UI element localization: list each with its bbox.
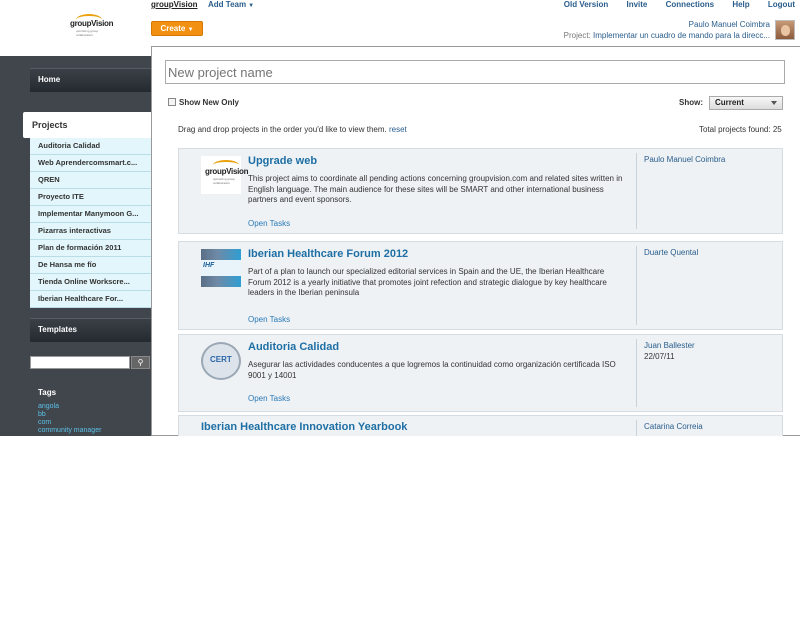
logo-subtitle: optimizing group collaboration: [76, 29, 99, 37]
current-project: Project: Implementar un cuadro de mando …: [564, 31, 770, 40]
reset-link[interactable]: reset: [389, 125, 407, 134]
sidebar: Home Projects Auditoria Calidad Web Apre…: [0, 56, 151, 436]
project-card[interactable]: Iberian Healthcare Innovation Yearbook C…: [178, 415, 783, 436]
drag-hint-text: Drag and drop projects in the order you'…: [178, 125, 387, 134]
groupvision-logo[interactable]: groupVision optimizing group collaborati…: [70, 14, 114, 42]
show-filter-value: Current: [715, 98, 744, 107]
project-list-item[interactable]: Web Aprendercomsmart.c...: [30, 155, 151, 172]
user-name[interactable]: Paulo Manuel Coimbra: [689, 20, 770, 29]
project-card[interactable]: CERT Auditoria Calidad Asegurar las acti…: [178, 334, 783, 412]
thumbnail-text: CERT: [210, 355, 232, 364]
checkbox-box[interactable]: [168, 98, 176, 106]
new-project-input[interactable]: [165, 60, 785, 84]
create-button[interactable]: Create ▼: [151, 21, 203, 36]
card-divider: [636, 153, 637, 229]
project-date: 22/07/11: [644, 352, 675, 361]
project-list-item[interactable]: Auditoria Calidad: [30, 138, 151, 155]
chevron-down-icon: ▼: [248, 3, 255, 9]
add-team-label: Add Team: [208, 0, 247, 9]
project-card[interactable]: groupVision optimizing group collaborati…: [178, 148, 783, 234]
card-divider: [636, 420, 637, 436]
card-divider: [636, 246, 637, 325]
total-projects: Total projects found: 25: [699, 125, 782, 134]
project-list: Auditoria Calidad Web Aprendercomsmart.c…: [30, 138, 151, 308]
open-tasks-link[interactable]: Open Tasks: [248, 219, 290, 228]
card-divider: [636, 339, 637, 407]
nav-invite[interactable]: Invite: [626, 0, 647, 9]
show-filter-label: Show:: [679, 98, 703, 107]
nav-logout[interactable]: Logout: [768, 0, 795, 9]
project-thumbnail[interactable]: groupVision optimizing group collaborati…: [201, 156, 249, 194]
show-new-only-checkbox[interactable]: Show New Only: [168, 98, 239, 107]
add-team-menu[interactable]: Add Team ▼: [208, 0, 254, 9]
project-thumbnail[interactable]: IHF: [201, 249, 241, 287]
chevron-down-icon: [771, 101, 777, 105]
project-list-item[interactable]: De Hansa me fío: [30, 257, 151, 274]
project-list-item[interactable]: Pizarras interactivas: [30, 223, 151, 240]
project-description: Asegurar las actividades conducentes a q…: [248, 360, 616, 380]
project-owner[interactable]: Juan Ballester: [644, 341, 695, 350]
tags-title: Tags: [38, 388, 57, 397]
project-title[interactable]: Iberian Healthcare Forum 2012: [248, 248, 408, 260]
project-list-item[interactable]: QREN: [30, 172, 151, 189]
tag-link[interactable]: com: [38, 419, 101, 427]
project-owner[interactable]: Catarina Correia: [644, 422, 703, 431]
chevron-down-icon: ▼: [187, 27, 194, 33]
sidebar-search-input[interactable]: [30, 356, 130, 369]
project-thumbnail[interactable]: CERT: [201, 342, 241, 380]
project-owner[interactable]: Paulo Manuel Coimbra: [644, 155, 725, 164]
project-list-item[interactable]: Tienda Online Workscre...: [30, 274, 151, 291]
project-description: Part of a plan to launch our specialized…: [248, 267, 607, 297]
open-tasks-link[interactable]: Open Tasks: [248, 394, 290, 403]
sidebar-item-home[interactable]: Home: [30, 68, 151, 92]
project-description: This project aims to coordinate all pend…: [248, 174, 623, 204]
project-title[interactable]: Auditoria Calidad: [248, 341, 339, 353]
project-card[interactable]: IHF Iberian Healthcare Forum 2012 Part o…: [178, 241, 783, 330]
current-project-link[interactable]: Implementar un cuadro de mando para la d…: [593, 31, 770, 40]
app-viewport: groupVision optimizing group collaborati…: [0, 0, 800, 436]
avatar-face: [781, 25, 790, 36]
project-list-item[interactable]: Proyecto ITE: [30, 189, 151, 206]
show-new-only-label: Show New Only: [179, 98, 240, 107]
thumbnail-text: groupVision: [205, 167, 249, 176]
open-tasks-link[interactable]: Open Tasks: [248, 315, 290, 324]
sidebar-item-projects[interactable]: Projects: [23, 112, 151, 138]
project-list-item[interactable]: Plan de formación 2011: [30, 240, 151, 257]
create-label: Create: [160, 24, 186, 33]
avatar[interactable]: [775, 20, 795, 40]
project-list-item[interactable]: Implementar Manymoon G...: [30, 206, 151, 223]
project-title[interactable]: Upgrade web: [248, 155, 317, 167]
project-list-item[interactable]: Iberian Healthcare For...: [30, 291, 151, 308]
thumbnail-text: IHF: [203, 262, 215, 269]
tag-link[interactable]: bb: [38, 411, 101, 419]
project-owner[interactable]: Duarte Quental: [644, 248, 698, 257]
top-nav: Old Version Invite Connections Help Logo…: [548, 0, 795, 9]
nav-old-version[interactable]: Old Version: [564, 0, 608, 9]
brand-link[interactable]: groupVision: [151, 0, 198, 9]
projects-panel: Show New Only Show: Current Drag and dro…: [151, 46, 800, 436]
nav-connections[interactable]: Connections: [666, 0, 714, 9]
nav-help[interactable]: Help: [732, 0, 749, 9]
tag-link[interactable]: community manager: [38, 427, 101, 435]
tag-link[interactable]: angola: [38, 403, 101, 411]
project-prefix: Project:: [563, 31, 591, 40]
drag-hint: Drag and drop projects in the order you'…: [178, 125, 407, 134]
thumbnail-subtext: optimizing group collaboration: [213, 177, 236, 185]
logo-text: groupVision: [70, 19, 114, 28]
tag-list: angola bb com community manager: [38, 403, 101, 435]
search-icon[interactable]: ⚲: [131, 356, 150, 369]
show-filter-select[interactable]: Current: [709, 96, 783, 110]
project-title[interactable]: Iberian Healthcare Innovation Yearbook: [201, 421, 407, 433]
sidebar-item-templates[interactable]: Templates: [30, 318, 151, 342]
